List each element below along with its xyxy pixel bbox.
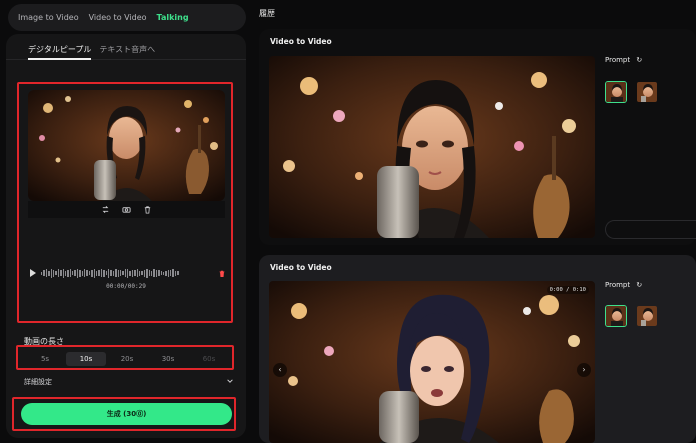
advanced-settings-label: 詳細設定: [24, 378, 52, 386]
prompt-input-edge[interactable]: [605, 220, 696, 239]
tab-image-to-video[interactable]: Image to Video: [18, 13, 79, 22]
tab-video-to-video[interactable]: Video to Video: [89, 13, 147, 22]
prompt-thumbnail[interactable]: [636, 305, 658, 327]
history-title: 履歴: [259, 9, 275, 18]
audio-player: [30, 267, 226, 279]
mode-tabs: Image to Video Video to Video Talking: [8, 4, 246, 31]
length-option-20s[interactable]: 20s: [107, 352, 147, 366]
tab-text-to-speech[interactable]: テキスト音声へ: [99, 44, 155, 59]
refresh-icon[interactable]: ↻: [636, 56, 642, 64]
audio-waveform[interactable]: [41, 268, 213, 278]
history-card: Video to Video Prompt ↻: [259, 29, 696, 245]
prompt-thumbnail[interactable]: [636, 81, 658, 103]
prompt-thumbnail[interactable]: [605, 81, 627, 103]
arrow-left-icon[interactable]: ‹: [273, 363, 287, 377]
video-tool-bar: [28, 201, 225, 218]
advanced-settings-toggle[interactable]: 詳細設定: [24, 377, 234, 387]
prompt-thumbnail[interactable]: [605, 305, 627, 327]
prompt-label: Prompt ↻: [605, 281, 642, 289]
generate-button[interactable]: 生成 (30⓪): [21, 403, 232, 425]
prompt-label-text: Prompt: [605, 281, 631, 289]
tab-talking[interactable]: Talking: [157, 13, 189, 22]
prompt-thumbnails: [605, 81, 658, 103]
card-title: Video to Video: [270, 37, 332, 46]
result-video[interactable]: 0:00 / 0:10 ‹ ›: [269, 281, 595, 443]
prompt-label: Prompt ↻: [605, 56, 642, 64]
length-option-30s[interactable]: 30s: [148, 352, 188, 366]
card-title: Video to Video: [270, 263, 332, 272]
length-option-10s[interactable]: 10s: [66, 352, 106, 366]
sub-tabs: デジタルピープル テキスト音声へ: [6, 34, 246, 60]
camera-icon[interactable]: [122, 205, 131, 214]
prompt-thumbnails: [605, 305, 658, 327]
length-options: 5s 10s 20s 30s 60s: [22, 350, 232, 368]
tab-digital-people[interactable]: デジタルピープル: [28, 44, 92, 60]
replace-icon[interactable]: [101, 205, 110, 214]
trash-icon[interactable]: [143, 205, 152, 214]
play-icon[interactable]: [30, 269, 36, 277]
video-time: 0:00 / 0:10: [546, 286, 589, 294]
refresh-icon[interactable]: ↻: [636, 281, 642, 289]
length-option-5s[interactable]: 5s: [25, 352, 65, 366]
audio-timecode: 00:00/00:29: [106, 283, 146, 290]
chevron-down-icon: [226, 377, 234, 387]
prompt-label-text: Prompt: [605, 56, 631, 64]
arrow-right-icon[interactable]: ›: [577, 363, 591, 377]
settings-panel: デジタルピープル テキスト音声へ 00:00/00:29 動画の長さ 5s 10…: [6, 34, 246, 438]
trash-icon[interactable]: [218, 269, 226, 278]
history-card: Video to Video 0:00 / 0:10 ‹ › Prompt ↻: [259, 255, 696, 443]
length-option-60s: 60s: [202, 355, 216, 363]
source-video-preview[interactable]: [28, 90, 225, 201]
result-video[interactable]: [269, 56, 595, 238]
